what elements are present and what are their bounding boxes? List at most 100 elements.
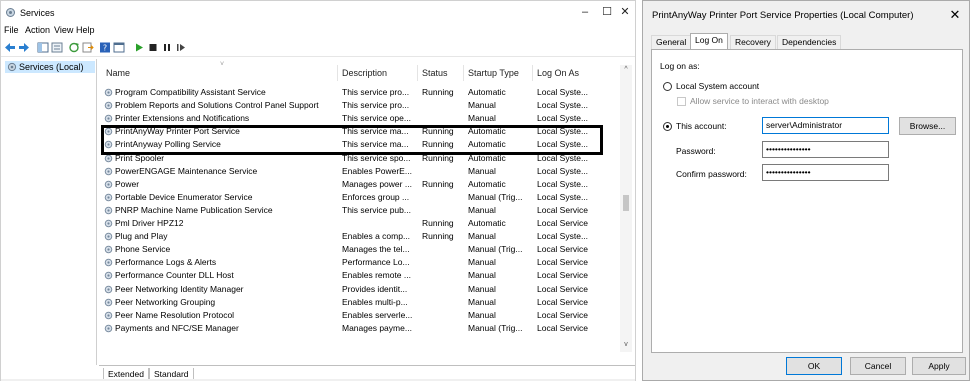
- column-header-description[interactable]: Description: [342, 68, 387, 78]
- services-window: Services – ☐ ✕ File Action View Help ? S…: [0, 0, 636, 381]
- menu-help[interactable]: Help: [76, 25, 95, 35]
- vertical-scrollbar[interactable]: ^ v: [620, 65, 632, 352]
- column-divider[interactable]: [532, 65, 533, 81]
- browse-button[interactable]: Browse...: [899, 117, 956, 135]
- service-row[interactable]: Portable Device Enumerator Service Enforc…: [99, 191, 619, 204]
- column-header-name[interactable]: Name: [106, 68, 130, 78]
- service-gear-icon: [104, 259, 113, 267]
- service-name: Performance Counter DLL Host: [115, 270, 234, 281]
- help-icon[interactable]: ?: [99, 42, 111, 53]
- service-startup-type: Manual (Trig...: [468, 322, 523, 333]
- service-row[interactable]: Plug and Play Enables a comp... Running Man…: [99, 230, 619, 243]
- properties-view-icon[interactable]: [51, 42, 63, 53]
- cancel-button[interactable]: Cancel: [850, 357, 906, 375]
- service-description: Enables a comp...: [342, 231, 411, 242]
- apply-button[interactable]: Apply: [912, 357, 966, 375]
- service-row[interactable]: Problem Reports and Solutions Control Pa…: [99, 99, 619, 112]
- allow-interact-checkbox[interactable]: [677, 97, 686, 106]
- service-gear-icon: [104, 245, 113, 254]
- services-list: Name ˅ Description Status Startup Type L…: [99, 59, 633, 365]
- service-gear-icon: [104, 88, 113, 97]
- service-status: Running: [422, 218, 454, 228]
- password-input[interactable]: •••••••••••••••: [762, 141, 889, 158]
- account-input[interactable]: server\Administrator: [762, 117, 889, 134]
- dialog-close-button[interactable]: ✕: [946, 7, 964, 23]
- service-startup-type: Automatic: [468, 87, 506, 97]
- forward-arrow-icon[interactable]: [18, 42, 30, 53]
- scrollbar-thumb[interactable]: [623, 195, 629, 211]
- column-header-status[interactable]: Status: [422, 68, 448, 78]
- service-row[interactable]: PNRP Machine Name Publication Service Thi…: [99, 204, 619, 217]
- log-on-panel: Log on as: Local System account Allow se…: [651, 49, 963, 353]
- service-startup-type: Manual: [468, 257, 496, 268]
- minimize-button[interactable]: –: [575, 5, 595, 19]
- back-arrow-icon[interactable]: [4, 42, 16, 53]
- tab-general[interactable]: General: [651, 35, 692, 49]
- sort-chevron-icon: ˅: [220, 61, 225, 68]
- service-log-on-as: Local Syste...: [537, 100, 589, 111]
- column-divider[interactable]: [463, 65, 464, 81]
- restart-service-icon[interactable]: [175, 42, 187, 53]
- log-on-as-label: Log on as:: [660, 61, 700, 71]
- refresh-icon[interactable]: [68, 42, 80, 53]
- service-name: Plug and Play: [115, 231, 168, 242]
- ok-button[interactable]: OK: [786, 357, 842, 375]
- export-list-icon[interactable]: [82, 42, 94, 53]
- service-row[interactable]: Peer Name Resolution Protocol Enables ser…: [99, 309, 619, 322]
- start-service-icon[interactable]: [133, 42, 145, 53]
- service-startup-type: Automatic: [468, 178, 506, 189]
- this-account-label[interactable]: This account:: [676, 121, 727, 131]
- scroll-down-icon[interactable]: v: [620, 341, 632, 348]
- service-row[interactable]: Print Spooler This service spo... Running A…: [99, 152, 619, 165]
- tree-item-services-local[interactable]: Services (Local): [5, 61, 95, 73]
- service-row[interactable]: Program Compatibility Assistant Service T…: [99, 86, 619, 99]
- tab-log-on[interactable]: Log On: [690, 33, 728, 49]
- service-name: Peer Networking Grouping: [115, 296, 216, 307]
- service-startup-type: Manual: [468, 309, 496, 320]
- service-row[interactable]: PrintAnyway Polling Service This service …: [99, 138, 619, 151]
- column-header-startup-type[interactable]: Startup Type: [468, 68, 519, 78]
- service-row[interactable]: Phone Service Manages the tel... Manual (T…: [99, 243, 619, 256]
- service-gear-icon: [104, 232, 113, 241]
- local-system-radio[interactable]: [663, 82, 672, 91]
- service-startup-type: Automatic: [468, 126, 506, 137]
- service-gear-icon: [104, 180, 113, 188]
- service-gear-icon: [104, 167, 113, 175]
- service-description: Manages the tel...: [342, 244, 410, 255]
- service-row[interactable]: Peer Networking Identity Manager Provides…: [99, 283, 619, 296]
- column-header-log-on-as[interactable]: Log On As: [537, 68, 579, 78]
- column-divider[interactable]: [337, 65, 338, 81]
- service-log-on-as: Local Service: [537, 218, 589, 228]
- service-log-on-as: Local Syste...: [537, 126, 589, 137]
- service-description: Manages power ...: [342, 178, 412, 189]
- console-view-icon[interactable]: [113, 42, 125, 53]
- local-system-label[interactable]: Local System account: [676, 81, 759, 91]
- column-divider[interactable]: [417, 65, 418, 81]
- maximize-button[interactable]: ☐: [597, 5, 617, 19]
- pause-service-icon[interactable]: [161, 42, 173, 53]
- menu-action[interactable]: Action: [25, 25, 50, 35]
- stop-service-icon[interactable]: [147, 42, 159, 53]
- tab-recovery[interactable]: Recovery: [730, 35, 776, 49]
- scroll-up-icon[interactable]: ^: [620, 66, 632, 73]
- service-name: PrintAnyWay Printer Port Service: [115, 126, 240, 137]
- service-row[interactable]: Performance Logs & Alerts Performance Lo.…: [99, 256, 619, 269]
- menu-view[interactable]: View: [54, 25, 73, 35]
- service-row[interactable]: PowerENGAGE Maintenance Service Enables P…: [99, 165, 619, 178]
- close-button[interactable]: ✕: [615, 5, 635, 19]
- tab-dependencies[interactable]: Dependencies: [777, 35, 842, 49]
- confirm-password-input[interactable]: •••••••••••••••: [762, 164, 889, 181]
- service-startup-type: Manual: [468, 113, 496, 124]
- show-hide-tree-icon[interactable]: [37, 42, 49, 53]
- service-description: Provides identit...: [342, 283, 408, 294]
- service-row[interactable]: Payments and NFC/SE Manager Manages payme…: [99, 322, 619, 335]
- this-account-radio[interactable]: [663, 122, 672, 131]
- svg-text:?: ?: [103, 44, 107, 53]
- service-row[interactable]: Peer Networking Grouping Enables multi-p.…: [99, 296, 619, 309]
- service-row[interactable]: Printer Extensions and Notifications This…: [99, 112, 619, 125]
- service-row[interactable]: Power Manages power ... Running Automatic Lo…: [99, 178, 619, 191]
- service-row[interactable]: PrintAnyWay Printer Port Service This ser…: [99, 125, 619, 138]
- service-row[interactable]: Performance Counter DLL Host Enables remo…: [99, 269, 619, 282]
- menu-file[interactable]: File: [4, 25, 19, 35]
- service-row[interactable]: Pml Driver HPZ12 Running Automatic Local Se…: [99, 217, 619, 230]
